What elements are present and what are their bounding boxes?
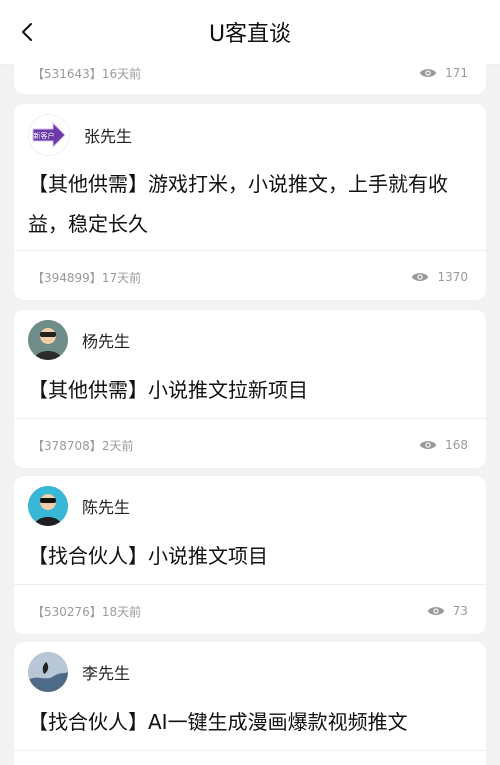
post-meta: 【530276】18天前 73 — [32, 602, 468, 620]
post-id: 【530276】 — [32, 604, 102, 619]
eye-icon — [419, 441, 437, 449]
user-row: 杨先生 — [28, 320, 130, 360]
view-count: 171 — [419, 66, 468, 80]
post-card[interactable]: 杨先生 【其他供需】小说推文拉新项目 【378708】2天前 168 — [14, 310, 486, 468]
post-content: 【其他供需】游戏打米，小说推文，上手就有收益，稳定长久 — [28, 172, 448, 236]
post-content: 【找合伙人】AI一键生成漫画爆款视频推文 — [28, 710, 408, 734]
post-time: 18天前 — [101, 604, 142, 619]
post-meta: 【531643】16天前 171 — [32, 64, 468, 82]
divider — [14, 584, 486, 585]
back-button[interactable] — [12, 16, 44, 48]
view-count-value: 1370 — [437, 270, 468, 284]
post-id: 【394899】 — [32, 270, 102, 285]
user-row: 李先生 — [28, 652, 130, 692]
avatar[interactable] — [28, 320, 68, 360]
user-name: 杨先生 — [82, 332, 131, 351]
view-count-value: 168 — [445, 438, 468, 452]
post-content: 【找合伙人】小说推文项目 — [28, 544, 268, 568]
post-id: 【378708】 — [32, 438, 102, 453]
post-time: 16天前 — [101, 66, 142, 81]
divider — [14, 750, 486, 751]
post-card[interactable]: 新客户 张先生 【其他供需】游戏打米，小说推文，上手就有收益，稳定长久 【394… — [14, 104, 486, 300]
post-card[interactable]: 【531643】16天前 171 — [14, 48, 486, 94]
view-count: 1370 — [411, 270, 468, 284]
view-count: 168 — [419, 438, 468, 452]
divider — [14, 418, 486, 419]
post-time: 17天前 — [101, 270, 142, 285]
back-arrow-icon — [22, 23, 32, 41]
eye-icon — [427, 607, 444, 615]
person-avatar-icon — [28, 486, 68, 526]
user-name: 李先生 — [82, 664, 131, 683]
user-name: 陈先生 — [82, 498, 131, 517]
user-name: 张先生 — [84, 127, 133, 146]
divider — [14, 250, 486, 251]
new-user-badge-icon: 新客户 — [29, 115, 69, 155]
view-count-value: 171 — [445, 66, 468, 80]
view-count: 73 — [427, 604, 468, 618]
user-row: 陈先生 — [28, 486, 130, 526]
post-content: 【其他供需】小说推文拉新项目 — [28, 378, 308, 402]
post-card[interactable]: 陈先生 【找合伙人】小说推文项目 【530276】18天前 73 — [14, 476, 486, 634]
eye-icon — [419, 69, 437, 77]
view-count-value: 73 — [452, 604, 468, 618]
post-card[interactable]: 李先生 【找合伙人】AI一键生成漫画爆款视频推文 — [14, 642, 486, 765]
eye-icon — [412, 273, 429, 281]
user-row: 新客户 张先生 — [28, 114, 132, 156]
post-id: 【531643】 — [32, 66, 102, 81]
post-meta: 【394899】17天前 1370 — [32, 268, 468, 286]
badge-text: 新客户 — [34, 131, 55, 140]
avatar[interactable] — [28, 652, 68, 692]
post-meta: 【378708】2天前 168 — [32, 436, 468, 454]
post-time: 2天前 — [101, 438, 134, 453]
avatar[interactable] — [28, 486, 68, 526]
photo-avatar-icon — [28, 652, 68, 692]
page-title: U客直谈 — [208, 22, 292, 47]
avatar[interactable]: 新客户 — [28, 114, 70, 156]
person-avatar-icon — [28, 320, 68, 360]
